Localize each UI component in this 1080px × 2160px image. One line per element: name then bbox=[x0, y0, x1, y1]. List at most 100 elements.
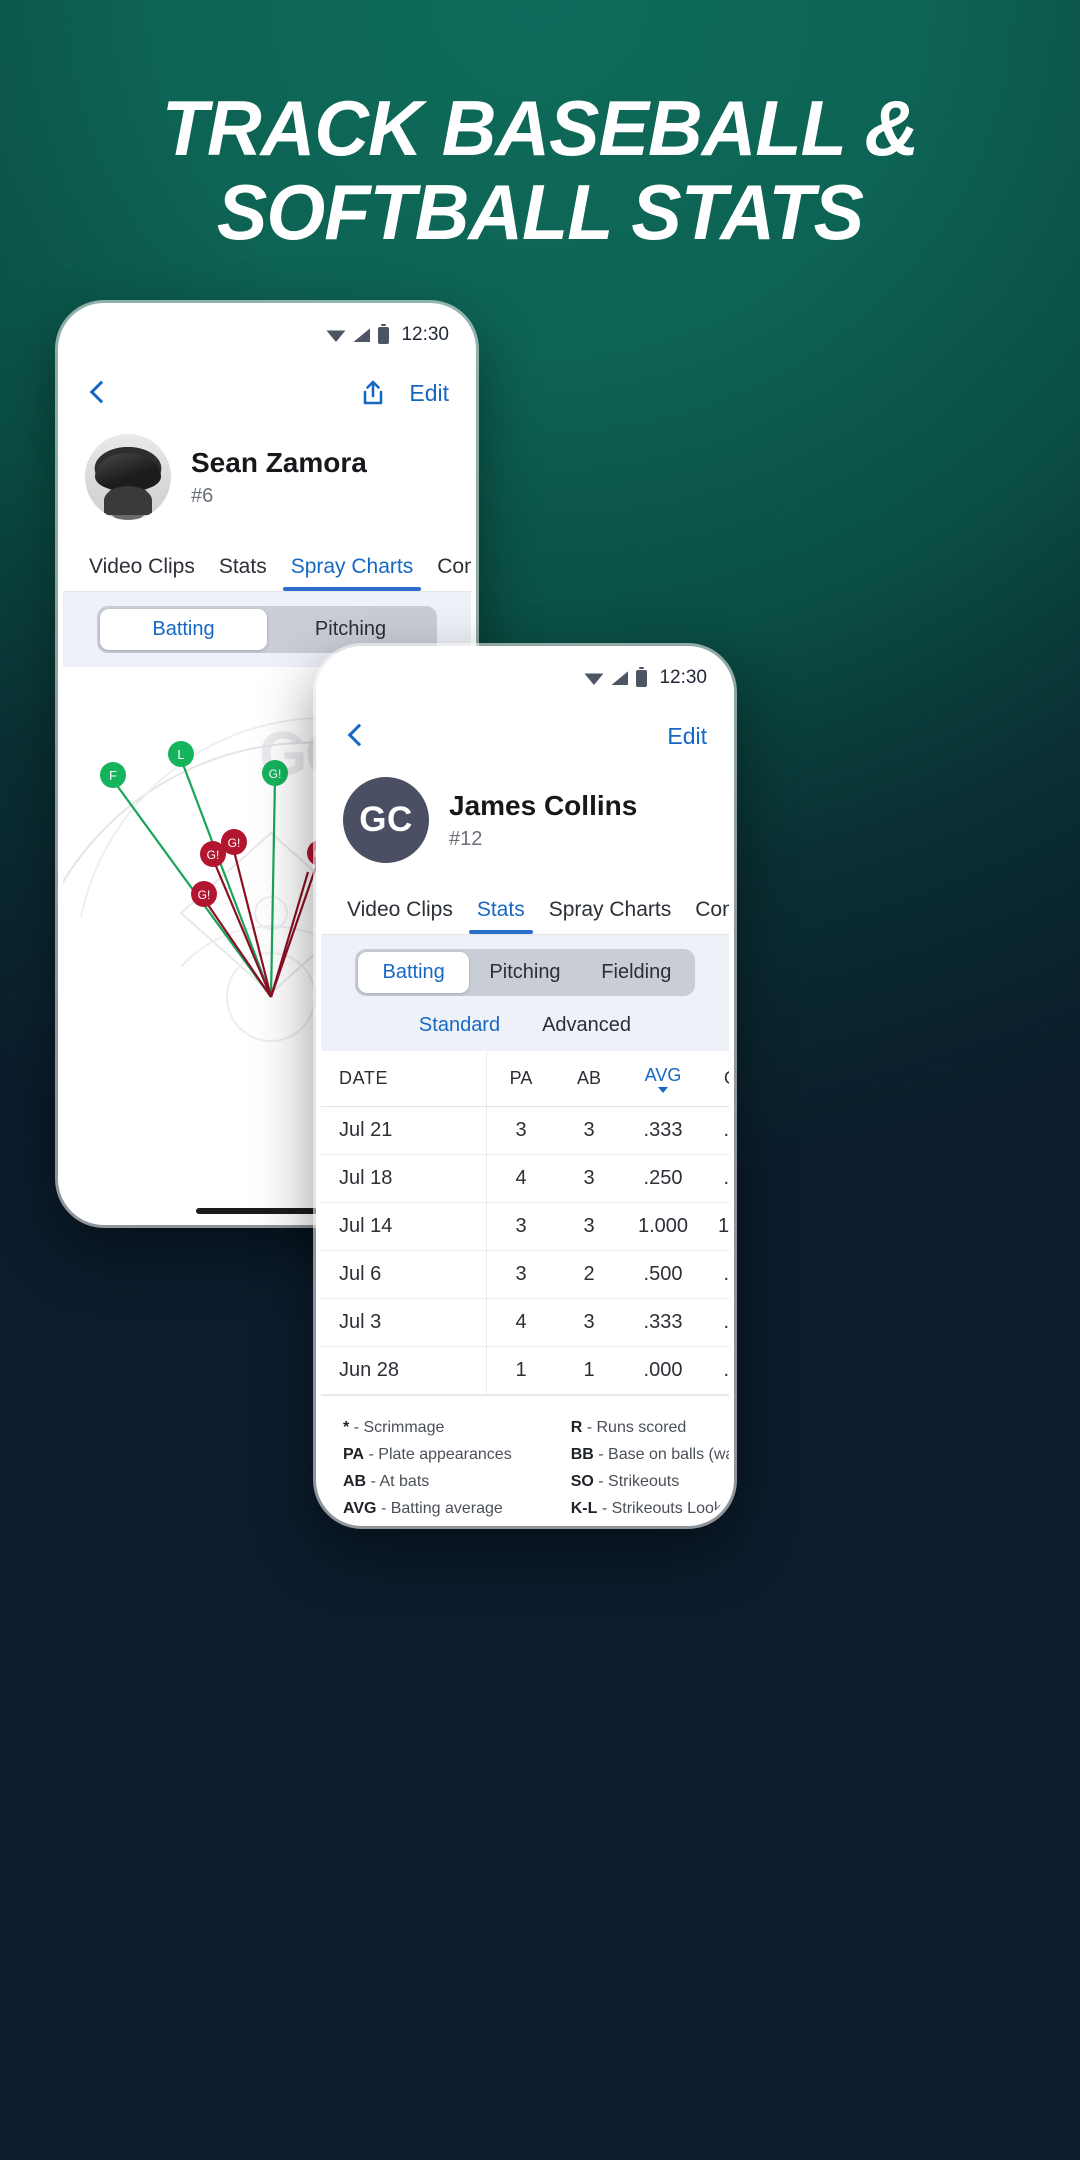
legend-item: R - Runs scored bbox=[571, 1414, 729, 1441]
legend-item: PA - Plate appearances bbox=[343, 1441, 571, 1468]
table-row[interactable]: Jul 21 3 3 .333 .333 bbox=[321, 1107, 729, 1155]
cell-pa: 3 bbox=[515, 1119, 527, 1141]
player-profile-back: Sean Zamora #6 bbox=[63, 424, 471, 540]
cell-date: Jul 18 bbox=[321, 1155, 487, 1202]
phone-screen-front: 12:30 Edit GC James Collins #12 Video Cl… bbox=[321, 651, 729, 1521]
segment-pitching[interactable]: Pitching bbox=[469, 952, 580, 993]
table-row[interactable]: Jul 14 3 3 1.000 1.000 bbox=[321, 1203, 729, 1251]
legend-desc: - Plate appearances bbox=[368, 1446, 512, 1463]
headline-line-2: SOFTBALL STATS bbox=[216, 168, 864, 256]
battery-icon bbox=[378, 323, 390, 344]
tab-bar-back: Video Clips Stats Spray Charts Contacts bbox=[63, 540, 471, 592]
cell-avg: .000 bbox=[643, 1359, 683, 1381]
cell-ab: 3 bbox=[583, 1215, 595, 1237]
svg-text:G!: G! bbox=[198, 888, 211, 902]
battery-icon bbox=[636, 666, 648, 687]
avatar[interactable] bbox=[85, 434, 171, 520]
legend-item: * - Scrimmage bbox=[343, 1414, 571, 1441]
legend-abbr: PA bbox=[343, 1446, 365, 1463]
tab-video-clips[interactable]: Video Clips bbox=[335, 898, 465, 934]
cell-ab: 3 bbox=[583, 1119, 595, 1141]
column-header-date[interactable]: DATE bbox=[321, 1051, 487, 1106]
tab-contacts[interactable]: Contacts bbox=[425, 555, 471, 591]
cell-avg: .333 bbox=[643, 1311, 683, 1333]
table-row[interactable]: Jul 6 3 2 .500 .652 bbox=[321, 1251, 729, 1299]
cell-pa: 4 bbox=[515, 1167, 527, 1189]
segment-batting[interactable]: Batting bbox=[358, 952, 470, 993]
cell-obp: .462 bbox=[723, 1311, 729, 1333]
cell-obp: .652 bbox=[723, 1263, 729, 1285]
status-time: 12:30 bbox=[401, 324, 449, 345]
legend-item: K-L - Strikeouts Looking bbox=[571, 1495, 729, 1521]
profile-text-front: James Collins #12 bbox=[449, 789, 637, 851]
legend-desc: - Scrimmage bbox=[353, 1419, 445, 1436]
cell-avg: 1.000 bbox=[637, 1215, 689, 1237]
sub-tab-bar: Standard Advanced bbox=[321, 1010, 729, 1051]
legend-abbr: AVG bbox=[343, 1500, 377, 1517]
player-profile-front: GC James Collins #12 bbox=[321, 767, 729, 883]
subtab-standard[interactable]: Standard bbox=[419, 1014, 500, 1037]
player-name: James Collins bbox=[449, 790, 638, 821]
svg-text:G!: G! bbox=[269, 767, 282, 781]
cell-ab: 2 bbox=[583, 1263, 595, 1285]
legend-abbr: AB bbox=[343, 1473, 367, 1490]
column-header-avg[interactable]: AVG bbox=[623, 1051, 703, 1106]
tab-video-clips[interactable]: Video Clips bbox=[77, 555, 207, 591]
cell-ab: 1 bbox=[583, 1359, 595, 1381]
segment-batting[interactable]: Batting bbox=[100, 609, 267, 650]
legend-column-right: R - Runs scored BB - Base on balls (walk… bbox=[571, 1414, 729, 1521]
cell-obp: 1.000 bbox=[717, 1215, 729, 1237]
status-bar-front: 12:30 bbox=[321, 651, 729, 705]
legend-desc: - At bats bbox=[370, 1473, 430, 1490]
legend-item: AB - At bats bbox=[343, 1468, 571, 1495]
legend-desc: - Base on balls (walks) bbox=[598, 1446, 729, 1463]
cell-avg: .333 bbox=[643, 1119, 683, 1141]
legend-abbr: * bbox=[343, 1419, 350, 1436]
cell-ab: 3 bbox=[583, 1311, 595, 1333]
column-header-ab[interactable]: AB bbox=[555, 1051, 623, 1106]
legend-abbr: SO bbox=[570, 1473, 594, 1490]
nav-bar-back: Edit bbox=[63, 362, 471, 424]
status-time: 12:30 bbox=[659, 667, 707, 688]
profile-text-back: Sean Zamora #6 bbox=[191, 446, 367, 508]
legend-item: AVG - Batting average bbox=[343, 1495, 571, 1521]
legend-desc: - Strikeouts bbox=[598, 1473, 680, 1490]
phone-mockup-stats: 12:30 Edit GC James Collins #12 Video Cl… bbox=[316, 646, 734, 1526]
column-header-obp[interactable]: OBP bbox=[703, 1051, 729, 1106]
tab-spray-charts[interactable]: Spray Charts bbox=[279, 555, 426, 591]
status-icons-back bbox=[326, 323, 390, 344]
player-name: Sean Zamora bbox=[191, 447, 367, 478]
segmented-control-wrap-front: Batting Pitching Fielding bbox=[321, 935, 729, 1010]
edit-button[interactable]: Edit bbox=[409, 380, 449, 407]
segment-fielding[interactable]: Fielding bbox=[581, 952, 692, 993]
tab-stats[interactable]: Stats bbox=[465, 898, 537, 934]
tab-spray-charts[interactable]: Spray Charts bbox=[537, 898, 684, 934]
tab-bar-front: Video Clips Stats Spray Charts Contacts bbox=[321, 883, 729, 935]
signal-icon bbox=[353, 328, 371, 342]
segment-pitching[interactable]: Pitching bbox=[267, 609, 434, 650]
cell-avg: .500 bbox=[643, 1263, 683, 1285]
chevron-left-icon[interactable] bbox=[85, 380, 111, 406]
sort-desc-icon bbox=[658, 1086, 668, 1093]
subtab-advanced[interactable]: Advanced bbox=[542, 1014, 631, 1037]
svg-text:L: L bbox=[177, 747, 184, 762]
share-icon[interactable] bbox=[361, 380, 385, 406]
avatar[interactable]: GC bbox=[343, 777, 429, 863]
table-row[interactable]: Jul 18 4 3 .250 .385 bbox=[321, 1155, 729, 1203]
cell-date: Jul 21 bbox=[321, 1107, 487, 1154]
svg-text:F: F bbox=[109, 768, 117, 783]
edit-button[interactable]: Edit bbox=[667, 723, 707, 750]
tab-contacts[interactable]: Contacts bbox=[683, 898, 729, 934]
tab-stats[interactable]: Stats bbox=[207, 555, 279, 591]
column-header-avg-label: AVG bbox=[644, 1064, 682, 1085]
legend-desc: - Batting average bbox=[380, 1500, 503, 1517]
table-row[interactable]: Jun 28 1 1 .000 .000 bbox=[321, 1347, 729, 1395]
column-header-pa[interactable]: PA bbox=[487, 1051, 555, 1106]
cell-ab: 3 bbox=[583, 1167, 595, 1189]
segmented-control-front: Batting Pitching Fielding bbox=[355, 949, 695, 996]
cell-obp: .000 bbox=[723, 1359, 729, 1381]
legend-item: SO - Strikeouts bbox=[571, 1468, 729, 1495]
table-row[interactable]: Jul 3 4 3 .333 .462 bbox=[321, 1299, 729, 1347]
chevron-left-icon[interactable] bbox=[343, 723, 369, 749]
cell-date: Jun 28 bbox=[321, 1347, 487, 1394]
